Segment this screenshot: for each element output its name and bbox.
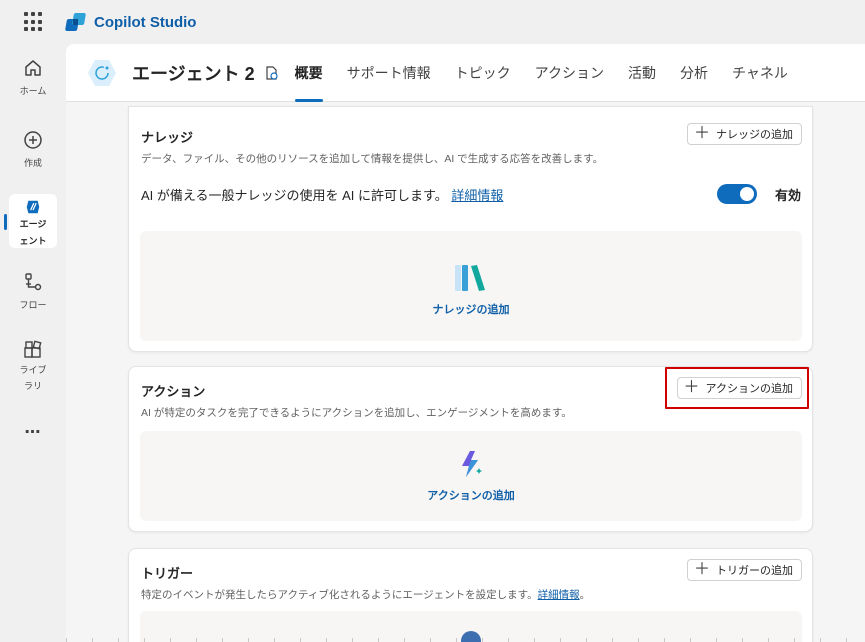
general-knowledge-text: AI が備える一般ナレッジの使用を AI に許可します。 詳細情報 <box>141 187 504 203</box>
flow-icon <box>25 273 42 291</box>
library-icon <box>24 340 42 358</box>
tab-topics[interactable]: トピック <box>455 44 511 102</box>
toggle-state-label: 有効 <box>774 187 801 203</box>
tab-knowledge-source[interactable]: サポート情報 <box>347 44 431 102</box>
more-icon: … <box>24 418 42 437</box>
rail-label-library-1: ライブ <box>19 365 47 375</box>
rail-label-create: 作成 <box>23 158 42 168</box>
knowledge-card: ナレッジ ＋ ナレッジの追加 データ、ファイル、その他のリソースを追加して情報を… <box>128 106 813 352</box>
main-pane: エージェント 2 概要 サポート情報 トピック アクション 活動 分析 チャネル… <box>66 44 865 642</box>
triggers-card: トリガー ＋ トリガーの追加 特定のイベントが発生したらアクティブ化されるように… <box>128 548 813 642</box>
rail-item-flows[interactable]: フロー <box>0 272 66 315</box>
add-trigger-button[interactable]: ＋ トリガーの追加 <box>686 559 802 581</box>
left-rail: ホーム 作成 エージ ェント フロー ライブ ラリ … <box>0 44 66 642</box>
actions-title: アクション <box>141 384 206 399</box>
highlight-box <box>665 367 809 409</box>
plus-icon: ＋ <box>693 561 710 578</box>
rail-item-home[interactable]: ホーム <box>0 58 66 101</box>
rail-label-home: ホーム <box>19 86 47 96</box>
overview-content[interactable]: ナレッジ ＋ ナレッジの追加 データ、ファイル、その他のリソースを追加して情報を… <box>66 102 865 642</box>
knowledge-books-icon <box>455 265 485 291</box>
tab-actions[interactable]: アクション <box>535 44 604 102</box>
home-icon <box>25 60 41 76</box>
triggers-learn-more-link[interactable]: 詳細情報 <box>538 589 580 601</box>
rail-label-agents-1: エージ <box>19 219 47 229</box>
rail-item-more[interactable]: … <box>0 418 66 437</box>
edit-agent-icon[interactable] <box>263 65 279 81</box>
agent-name: エージェント 2 <box>132 63 255 84</box>
rail-item-library[interactable]: ライブ ラリ <box>0 340 66 394</box>
general-knowledge-toggle[interactable] <box>717 184 757 204</box>
knowledge-title: ナレッジ <box>141 130 194 145</box>
add-knowledge-button[interactable]: ＋ ナレッジの追加 <box>686 123 802 145</box>
plus-icon: ＋ <box>693 125 710 142</box>
agent-avatar-icon <box>86 57 118 89</box>
triggers-desc: 特定のイベントが発生したらアクティブ化されるようにエージェントを設定します。詳細… <box>141 589 591 601</box>
knowledge-desc: データ、ファイル、その他のリソースを追加して情報を提供し、AI で生成する応答を… <box>141 153 604 165</box>
tab-overview[interactable]: 概要 <box>294 44 323 102</box>
tab-channels[interactable]: チャネル <box>732 44 788 102</box>
rail-label-flows: フロー <box>19 300 47 310</box>
rail-item-create[interactable]: 作成 <box>0 130 66 173</box>
add-knowledge-label: ナレッジの追加 <box>716 129 793 141</box>
tab-analytics[interactable]: 分析 <box>680 44 708 102</box>
actions-desc: AI が特定のタスクを完了できるようにアクションを追加し、エンゲージメントを高め… <box>141 407 572 419</box>
copilot-studio-logo-icon <box>64 13 87 31</box>
general-knowledge-row: AI が備える一般ナレッジの使用を AI に許可します。 詳細情報 有効 <box>141 183 801 205</box>
bottom-ruler <box>66 638 865 642</box>
add-trigger-label: トリガーの追加 <box>716 565 793 577</box>
rail-label-library-2: ラリ <box>23 381 42 391</box>
knowledge-empty-state[interactable]: ナレッジの追加 <box>140 231 802 341</box>
tab-bar: 概要 サポート情報 トピック アクション 活動 分析 チャネル <box>294 44 812 102</box>
knowledge-empty-label: ナレッジの追加 <box>432 304 510 316</box>
learn-more-link[interactable]: 詳細情報 <box>451 188 503 203</box>
actions-empty-label: アクションの追加 <box>427 490 515 502</box>
tab-activity[interactable]: 活動 <box>628 44 656 102</box>
lightning-icon <box>462 451 482 477</box>
rail-item-agents[interactable]: エージ ェント <box>0 194 66 248</box>
agent-icon <box>26 200 40 214</box>
triggers-title: トリガー <box>141 566 194 581</box>
rail-label-agents-2: ェント <box>19 236 47 246</box>
actions-card: アクション ＋ アクションの追加 AI が特定のタスクを完了できるようにアクショ… <box>128 366 813 532</box>
agent-header: エージェント 2 概要 サポート情報 トピック アクション 活動 分析 チャネル <box>66 44 865 102</box>
app-launcher-icon[interactable] <box>24 12 44 32</box>
top-bar: Copilot Studio <box>0 0 865 44</box>
plus-circle-icon <box>24 131 42 149</box>
actions-empty-state[interactable]: アクションの追加 <box>140 431 802 521</box>
app-title: Copilot Studio <box>94 13 197 31</box>
